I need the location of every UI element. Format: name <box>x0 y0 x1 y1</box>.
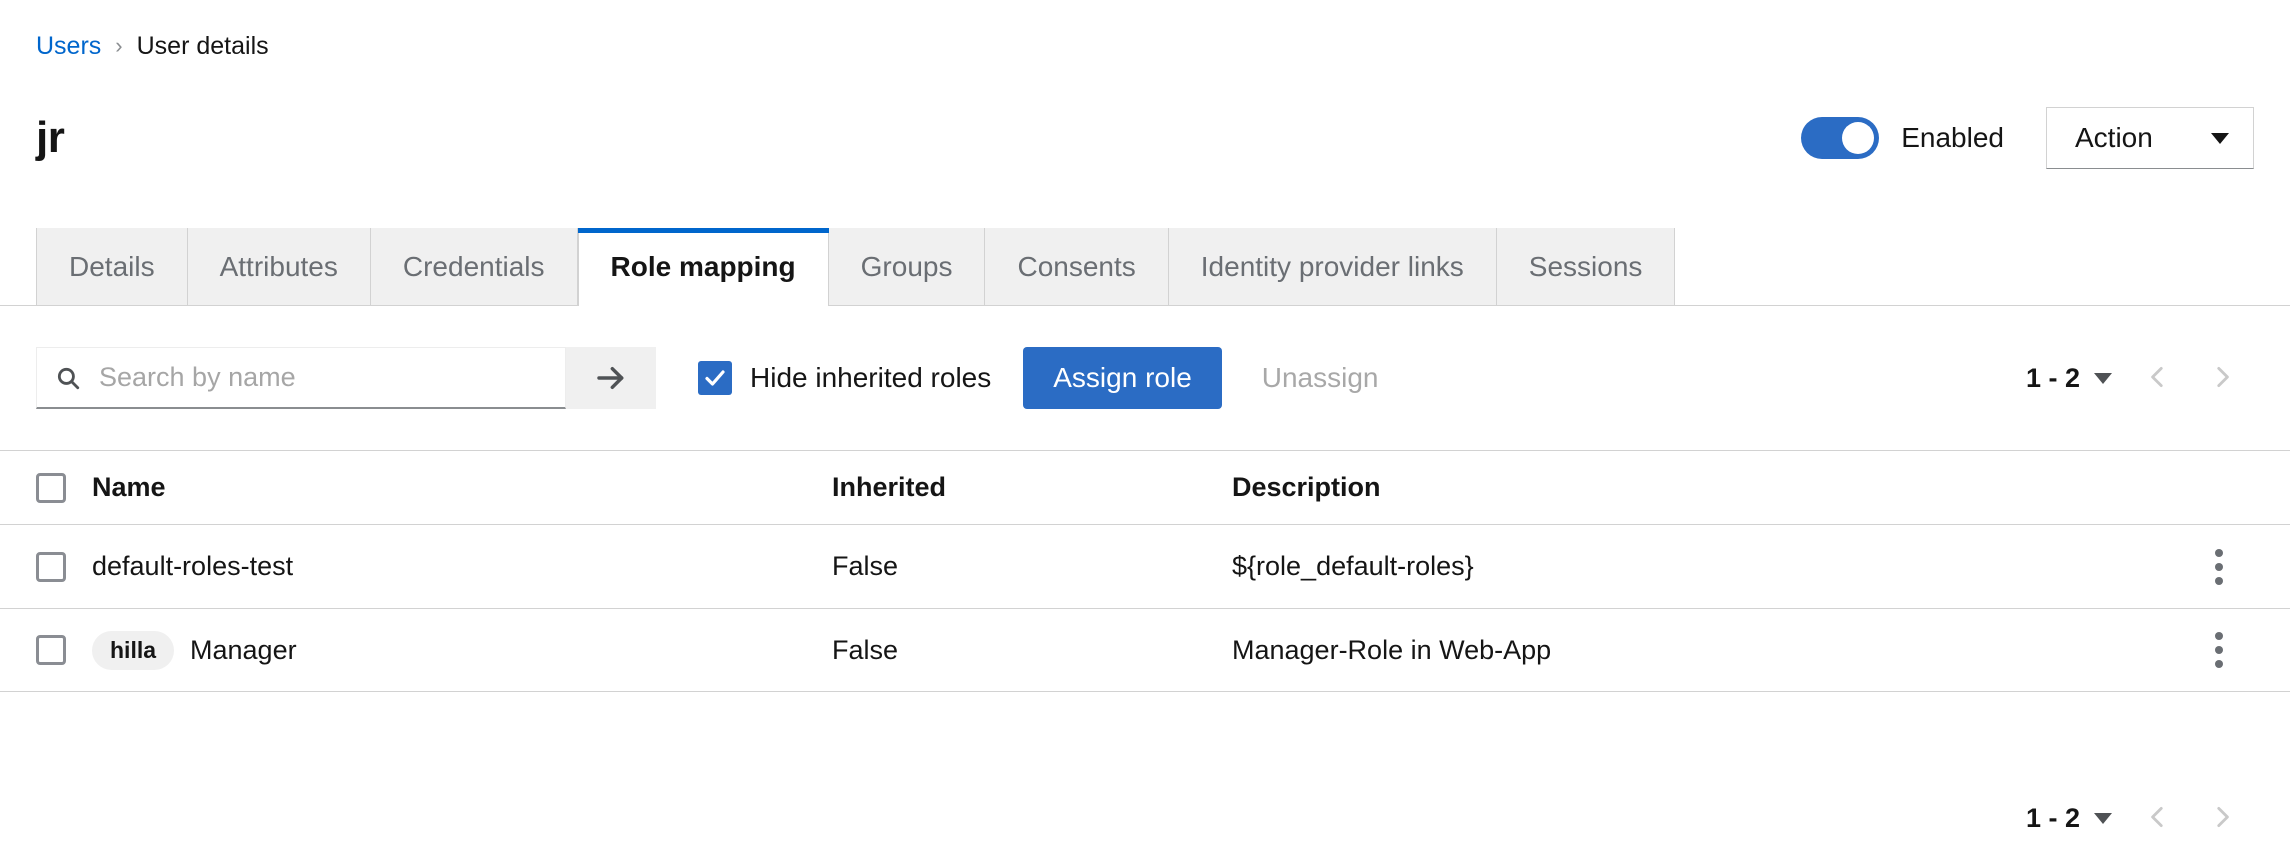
table-header-row: Name Inherited Description <box>0 450 2290 524</box>
search-group <box>36 347 656 409</box>
hide-inherited-roles-checkbox[interactable] <box>698 361 732 395</box>
tab-consents[interactable]: Consents <box>985 228 1169 305</box>
caret-down-icon <box>2094 812 2112 824</box>
search-icon <box>55 365 81 391</box>
tab-label: Credentials <box>402 250 545 282</box>
enabled-toggle-group: Enabled <box>1801 117 2004 159</box>
pagination-prev-button[interactable] <box>2126 346 2190 410</box>
search-box[interactable] <box>36 347 566 409</box>
chevron-right-icon <box>2209 364 2235 393</box>
row-select-cell <box>36 551 92 582</box>
cell-inherited: False <box>832 551 899 581</box>
cell-description: ${role_default-roles} <box>1232 551 1474 581</box>
pagination-bottom: 1 - 2 <box>2026 786 2254 850</box>
assign-role-button[interactable]: Assign role <box>1023 347 1222 409</box>
column-header-description: Description <box>1232 472 1381 502</box>
tab-label: Consents <box>1017 250 1136 282</box>
user-details-page: Users › User details jr Enabled Action D… <box>0 0 2290 864</box>
pagination-next-button[interactable] <box>2190 346 2254 410</box>
row-select-cell <box>36 635 92 665</box>
cell-name: hilla Manager <box>92 630 832 670</box>
tab-bar: Details Attributes Credentials Role mapp… <box>0 228 2290 306</box>
cell-inherited: False <box>832 634 899 665</box>
toolbar: Hide inherited roles Assign role Unassig… <box>0 306 2290 450</box>
check-icon <box>705 370 725 386</box>
select-all-cell <box>36 472 92 503</box>
column-header-inherited: Inherited <box>832 472 947 502</box>
tab-details[interactable]: Details <box>36 228 188 305</box>
unassign-button[interactable]: Unassign <box>1252 347 1389 409</box>
pagination-top: 1 - 2 <box>2026 346 2254 410</box>
tab-role-mapping[interactable]: Role mapping <box>577 228 829 306</box>
tab-label: Identity provider links <box>1200 250 1464 282</box>
pagination-next-button[interactable] <box>2190 786 2254 850</box>
chevron-left-icon <box>2145 364 2171 393</box>
breadcrumb-current: User details <box>136 32 269 60</box>
breadcrumb-link-users[interactable]: Users <box>36 32 101 61</box>
enabled-toggle-label: Enabled <box>1901 122 2004 153</box>
hide-inherited-roles-label: Hide inherited roles <box>750 362 992 393</box>
tab-groups[interactable]: Groups <box>828 228 986 305</box>
row-checkbox[interactable] <box>36 551 66 582</box>
action-dropdown-button[interactable]: Action <box>2046 107 2254 169</box>
table-row[interactable]: hilla Manager False Manager-Role in Web-… <box>0 608 2290 692</box>
page-title: jr <box>36 113 65 162</box>
header-actions: Enabled Action <box>1801 107 2254 169</box>
chevron-right-icon: › <box>115 32 123 58</box>
role-name: Manager <box>190 634 297 665</box>
tab-label: Role mapping <box>610 251 796 282</box>
caret-down-icon <box>2094 372 2112 384</box>
arrow-right-icon <box>595 362 627 394</box>
tab-credentials[interactable]: Credentials <box>370 228 578 305</box>
tab-attributes[interactable]: Attributes <box>187 228 371 305</box>
column-header-name: Name <box>92 472 166 502</box>
tab-identity-provider-links[interactable]: Identity provider links <box>1168 228 1497 305</box>
search-input[interactable] <box>97 361 547 394</box>
pagination-range: 1 - 2 <box>2025 802 2080 833</box>
cell-actions <box>2184 618 2254 682</box>
chevron-right-icon <box>2209 804 2235 833</box>
tab-label: Attributes <box>219 250 338 282</box>
pagination-dropdown-button[interactable] <box>2080 363 2126 394</box>
enabled-toggle[interactable] <box>1801 117 1880 159</box>
chevron-left-icon <box>2145 804 2171 833</box>
tab-label: Groups <box>860 250 953 282</box>
pagination-range: 1 - 2 <box>2025 362 2080 393</box>
tab-label: Sessions <box>1528 250 1643 282</box>
role-mapping-table: Name Inherited Description default-roles… <box>0 450 2290 692</box>
client-badge: hilla <box>92 630 175 670</box>
row-checkbox[interactable] <box>36 635 66 665</box>
chevron-down-icon <box>2211 132 2229 144</box>
tab-label: Details <box>69 250 155 282</box>
pagination-prev-button[interactable] <box>2126 786 2190 850</box>
toggle-knob <box>1842 122 1875 154</box>
kebab-menu-icon[interactable] <box>2192 535 2246 599</box>
cell-description: Manager-Role in Web-App <box>1232 634 1552 665</box>
breadcrumb: Users › User details <box>36 32 269 61</box>
cell-name: default-roles-test <box>92 551 832 582</box>
tab-sessions[interactable]: Sessions <box>1496 228 1676 305</box>
select-all-checkbox[interactable] <box>36 472 66 503</box>
table-row[interactable]: default-roles-test False ${role_default-… <box>0 524 2290 608</box>
cell-actions <box>2184 535 2254 599</box>
role-name: default-roles-test <box>92 551 294 581</box>
hide-inherited-roles-group: Hide inherited roles <box>698 361 991 395</box>
page-header: jr Enabled Action <box>36 106 2254 170</box>
search-submit-button[interactable] <box>566 347 656 409</box>
kebab-menu-icon[interactable] <box>2192 618 2246 682</box>
action-dropdown-label: Action <box>2075 122 2153 153</box>
pagination-dropdown-button[interactable] <box>2080 803 2126 834</box>
